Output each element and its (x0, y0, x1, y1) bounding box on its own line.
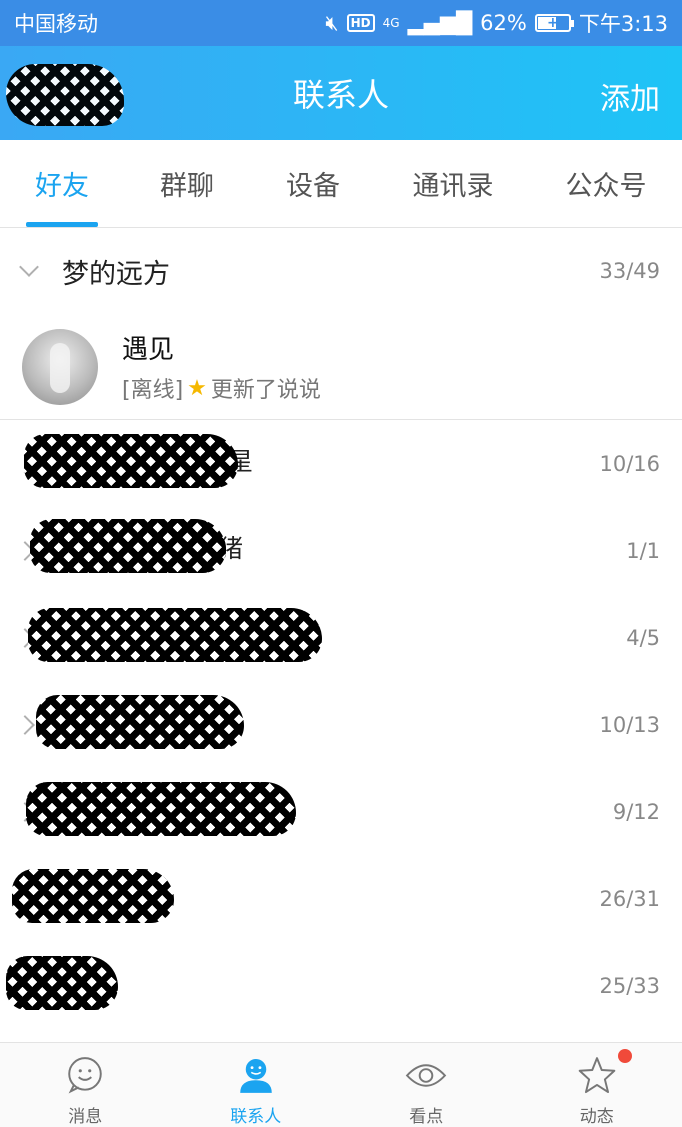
nav-label: 消息 (68, 1107, 103, 1127)
group-row[interactable]: 梦的远方 33/49 (0, 228, 682, 314)
page-title: 联系人 (292, 76, 389, 114)
nav-label: 动态 (579, 1107, 614, 1127)
tab-label: 通讯录 (412, 171, 494, 202)
friend-info: 遇见 [离线] ★ 更新了说说 (122, 329, 321, 404)
hd-badge: HD (346, 14, 375, 32)
bottom-nav: 消息 联系人 看点 动态 (0, 1042, 682, 1127)
contact-icon (239, 1058, 272, 1093)
group-name: 梦的远方 (62, 258, 170, 290)
eye-icon (405, 1064, 447, 1087)
group-count: 10/16 (599, 451, 660, 476)
redaction-scribble (30, 519, 226, 573)
tab-label: 设备 (286, 171, 340, 202)
redaction-scribble (28, 608, 322, 662)
star-icon: ★ (187, 375, 207, 401)
battery-percent: 62% (480, 11, 527, 35)
redaction-scribble (36, 695, 244, 749)
group-row[interactable]: 9/12 (0, 768, 682, 855)
chevron-down-icon (19, 257, 39, 277)
friend-status: [离线] ★ 更新了说说 (122, 372, 321, 404)
clock: 下午3:13 (578, 12, 668, 36)
redaction-scribble (6, 956, 118, 1010)
star-icon (578, 1057, 616, 1094)
friend-update: 更新了说说 (210, 378, 321, 403)
tab-active-indicator (26, 222, 98, 227)
mute-icon: 🔇︎ (325, 10, 339, 35)
battery-icon: + (534, 14, 574, 32)
group-row[interactable]: 星 10/16 (0, 420, 682, 507)
group-count: 10/13 (599, 712, 660, 737)
redaction-scribble (26, 782, 296, 836)
nav-discover[interactable]: 看点 (341, 1043, 512, 1127)
tab-label: 公众号 (565, 171, 647, 202)
tab-official-accounts[interactable]: 公众号 (530, 140, 682, 227)
friend-avatar (22, 328, 98, 405)
status-bar: 中国移动 🔇︎ HD 4G ▂▄▆█ 62% + 下午3:13 (0, 0, 682, 46)
group-row[interactable]: 26/31 (0, 855, 682, 942)
nav-moments[interactable]: 动态 (512, 1043, 682, 1127)
group-count: 25/33 (599, 973, 660, 998)
contact-tabs: 好友 群聊 设备 通讯录 公众号 (0, 140, 682, 228)
contact-list: 梦的远方 33/49 遇见 [离线] ★ 更新了说说 星 10/16 猪 1/1… (0, 228, 682, 1029)
signal-icon: ▂▄▆█ (407, 11, 473, 35)
online-status: [离线] (122, 378, 184, 403)
nav-messages[interactable]: 消息 (0, 1043, 171, 1127)
chevron-right-icon (15, 714, 35, 735)
tab-address-book[interactable]: 通讯录 (376, 140, 530, 227)
notification-badge (618, 1049, 632, 1063)
carrier-label: 中国移动 (14, 12, 98, 36)
group-count: 33/49 (599, 259, 660, 283)
group-count: 9/12 (612, 799, 660, 824)
tab-devices[interactable]: 设备 (250, 140, 376, 227)
nav-label: 联系人 (230, 1107, 282, 1127)
smile-icon (68, 1057, 103, 1094)
nav-contacts[interactable]: 联系人 (171, 1043, 342, 1127)
group-row[interactable]: 25/33 (0, 942, 682, 1029)
tab-label: 好友 (35, 171, 89, 202)
tab-friends[interactable]: 好友 (0, 140, 124, 227)
group-row[interactable]: 4/5 (0, 594, 682, 681)
nav-label: 看点 (409, 1107, 444, 1127)
group-count: 1/1 (626, 538, 660, 563)
group-count: 4/5 (626, 625, 660, 650)
redaction-scribble (24, 434, 238, 488)
user-avatar[interactable] (6, 64, 124, 126)
status-icons: 🔇︎ HD 4G ▂▄▆█ 62% + 下午3:13 (325, 8, 668, 38)
network-label: 4G (382, 16, 400, 30)
redaction-scribble (12, 869, 174, 923)
tab-groups[interactable]: 群聊 (124, 140, 250, 227)
group-row[interactable]: 10/13 (0, 681, 682, 768)
group-count: 26/31 (599, 886, 660, 911)
friend-row[interactable]: 遇见 [离线] ★ 更新了说说 (0, 314, 682, 420)
group-row[interactable]: 猪 1/1 (0, 507, 682, 594)
tab-label: 群聊 (160, 171, 214, 202)
friend-name: 遇见 (122, 335, 175, 365)
app-header: 联系人 添加 (0, 46, 682, 140)
add-button[interactable]: 添加 (600, 74, 660, 118)
